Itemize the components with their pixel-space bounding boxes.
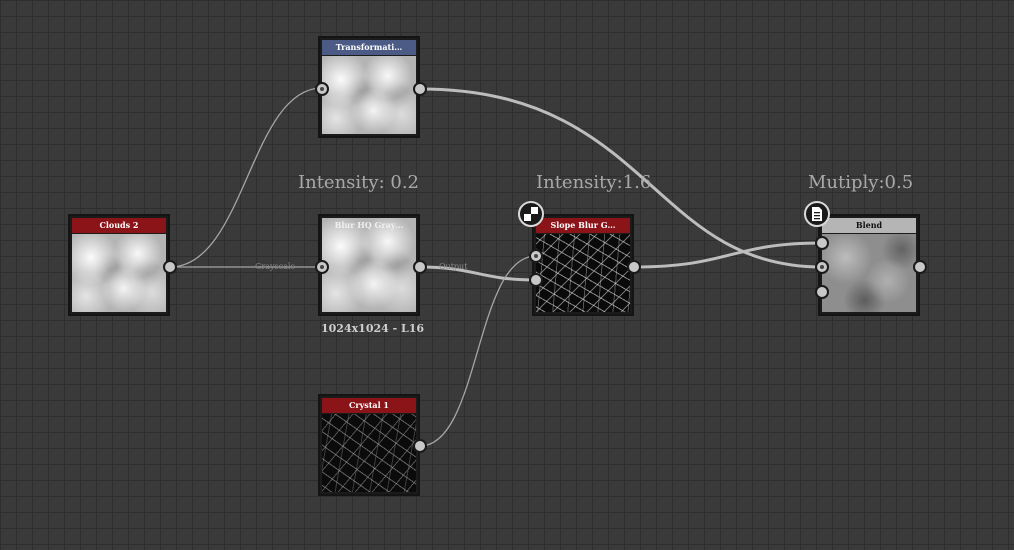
node-title: Slope Blur G… — [536, 218, 630, 233]
node-slope-blur-grayscale[interactable]: Slope Blur G… — [532, 214, 634, 316]
input-port-grayscale[interactable] — [315, 260, 329, 274]
input-port-foreground[interactable] — [815, 236, 829, 250]
output-port[interactable] — [413, 82, 427, 96]
output-port[interactable] — [163, 260, 177, 274]
input-port[interactable] — [529, 273, 543, 287]
wire-crystal-to-slope — [419, 255, 537, 447]
input-port[interactable] — [529, 249, 543, 263]
wire-blur-to-slope — [419, 265, 537, 282]
node-title: Transformati… — [322, 40, 416, 55]
clouds-texture-thumbnail — [322, 56, 416, 134]
resolution-label: 1024x1024 - L16 — [321, 322, 425, 335]
node-title: Clouds 2 — [72, 218, 166, 233]
output-port[interactable] — [413, 439, 427, 453]
param-label-blur: Intensity: 0.2 — [298, 172, 419, 193]
node-title: Crystal 1 — [322, 398, 416, 413]
input-port-mask[interactable] — [815, 285, 829, 299]
node-title: Blend — [822, 218, 916, 233]
wire-slope-to-blend — [633, 241, 823, 269]
crystal-texture-thumbnail — [322, 414, 416, 492]
port-label-grayscale: Grayscale — [255, 262, 296, 271]
node-blur-hq-grayscale[interactable]: Blur HQ Gray… — [318, 214, 420, 316]
node-crystal-1[interactable]: Crystal 1 — [318, 394, 420, 496]
clouds-texture-thumbnail — [72, 234, 166, 312]
crystal-texture-thumbnail — [536, 234, 630, 312]
param-label-slope: Intensity:1.6 — [536, 172, 652, 193]
input-port-background[interactable] — [815, 260, 829, 274]
node-title: Blur HQ Gray… — [334, 220, 404, 230]
output-port[interactable] — [413, 260, 427, 274]
param-label-blend: Mutiply:0.5 — [808, 172, 914, 193]
input-port[interactable] — [315, 82, 329, 96]
node-blend[interactable]: Blend — [818, 214, 920, 316]
checker-icon[interactable] — [518, 201, 544, 227]
port-label-output: Output — [439, 262, 468, 271]
output-port[interactable] — [913, 260, 927, 274]
node-transformation[interactable]: Transformati… — [318, 36, 420, 138]
node-clouds-2[interactable]: Clouds 2 — [68, 214, 170, 316]
document-icon[interactable] — [804, 201, 830, 227]
clouds-texture-thumbnail — [822, 234, 916, 312]
output-port[interactable] — [627, 260, 641, 274]
